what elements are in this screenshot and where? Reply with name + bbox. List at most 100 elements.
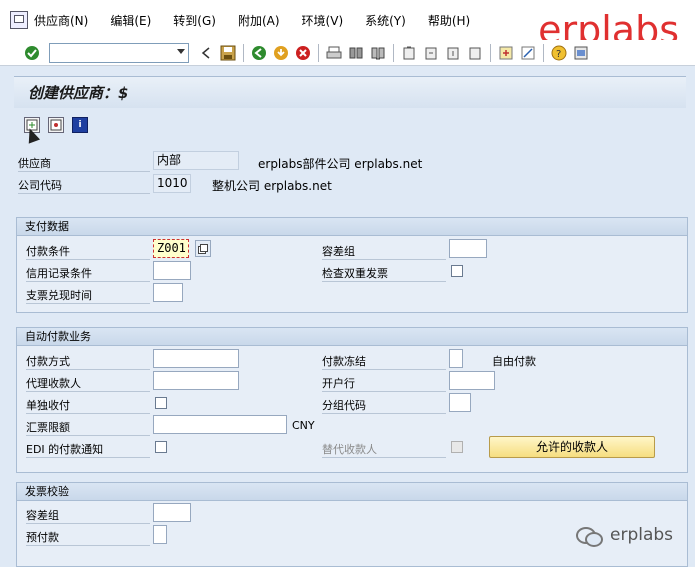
- payment-method-label: 付款方式: [26, 355, 70, 368]
- label-underline: [26, 523, 150, 524]
- label-underline: [26, 413, 150, 414]
- display-change-icon[interactable]: [48, 117, 64, 133]
- shortcut-icon[interactable]: [520, 45, 536, 61]
- wechat-icon: [576, 525, 603, 547]
- print-icon[interactable]: [326, 45, 342, 61]
- permitted-payee-button[interactable]: 允许的收款人: [489, 436, 655, 458]
- bill-of-exchange-limit-field[interactable]: [153, 415, 287, 434]
- label-underline: [322, 281, 446, 282]
- label-underline: [26, 369, 150, 370]
- label-underline: [322, 259, 446, 260]
- edi-payment-advice-checkbox[interactable]: [155, 441, 167, 453]
- label-underline: [26, 457, 150, 458]
- save-icon[interactable]: [220, 45, 236, 61]
- command-field[interactable]: [49, 42, 189, 63]
- find-icon[interactable]: [348, 45, 364, 61]
- currency-label: CNY: [292, 419, 315, 432]
- previous-page-icon[interactable]: [423, 45, 439, 61]
- group-title: 支付数据: [17, 218, 687, 236]
- system-menu-icon[interactable]: [10, 11, 28, 29]
- credit-memo-terms-field[interactable]: [153, 261, 191, 280]
- check-cashing-time-label: 支票兑现时间: [26, 289, 92, 302]
- first-page-icon[interactable]: [401, 45, 417, 61]
- prepayment-label: 预付款: [26, 531, 59, 544]
- standard-toolbar: ?: [0, 40, 695, 66]
- vendor-label: 供应商: [18, 157, 51, 170]
- menu-help[interactable]: 帮助(H): [428, 12, 470, 29]
- label-underline: [322, 457, 446, 458]
- layout-menu-icon[interactable]: [573, 45, 589, 61]
- grouping-key-label: 分组代码: [322, 399, 366, 412]
- toolbar-separator: [393, 43, 394, 62]
- exit-icon[interactable]: [273, 45, 289, 61]
- group-title: 发票校验: [17, 483, 687, 501]
- label-underline: [26, 391, 150, 392]
- tolerance-group-label: 容差组: [322, 245, 355, 258]
- vendor-description: erplabs部件公司 erplabs.net: [258, 157, 423, 171]
- double-invoice-checkbox[interactable]: [451, 265, 463, 277]
- toolbar-separator: [543, 43, 544, 62]
- prepayment-field[interactable]: [153, 525, 167, 544]
- group-title: 自动付款业务: [17, 328, 687, 346]
- label-underline: [18, 193, 150, 194]
- alternative-payee-in-doc-label: 替代收款人: [322, 443, 377, 456]
- toolbar-separator: [243, 43, 244, 62]
- house-bank-label: 开户行: [322, 377, 355, 390]
- menu-bar: 供应商(N) 编辑(E) 转到(G) 附加(A) 环境(V) 系统(Y) 帮助(…: [0, 0, 695, 52]
- alternative-payee-label: 代理收款人: [26, 377, 81, 390]
- next-page-icon[interactable]: [445, 45, 461, 61]
- payment-terms-label: 付款条件: [26, 245, 70, 258]
- payment-method-field[interactable]: [153, 349, 239, 368]
- page-title: 创建供应商：$: [14, 76, 686, 108]
- edi-payment-advice-label: EDI 的付款通知: [26, 443, 104, 456]
- house-bank-field[interactable]: [449, 371, 495, 390]
- svg-text:?: ?: [556, 49, 561, 60]
- menu-edit[interactable]: 编辑(E): [110, 12, 151, 29]
- info-icon[interactable]: i: [72, 117, 88, 133]
- cancel-icon[interactable]: [295, 45, 311, 61]
- value-help-icon[interactable]: [195, 240, 211, 257]
- company-code-label: 公司代码: [18, 179, 62, 192]
- menu-vendor[interactable]: 供应商(N): [34, 12, 88, 29]
- company-code-description: 整机公司 erplabs.net: [212, 179, 332, 193]
- bill-of-exchange-limit-label: 汇票限额: [26, 421, 70, 434]
- toolbar-separator: [490, 43, 491, 62]
- check-cashing-time-field[interactable]: [153, 283, 183, 302]
- enter-icon[interactable]: [24, 45, 40, 61]
- grouping-key-field[interactable]: [449, 393, 471, 412]
- menu-system[interactable]: 系统(Y): [365, 12, 406, 29]
- menu-goto[interactable]: 转到(G): [173, 12, 216, 29]
- toolbar-separator: [318, 43, 319, 62]
- alternative-payee-in-doc-checkbox: [451, 441, 463, 453]
- back-arrow-icon[interactable]: [198, 45, 214, 61]
- individual-payment-checkbox[interactable]: [155, 397, 167, 409]
- label-underline: [26, 545, 150, 546]
- watermark-text: erplabs: [610, 525, 674, 545]
- label-underline: [26, 303, 150, 304]
- tolerance-group-field[interactable]: [449, 239, 487, 258]
- find-next-icon[interactable]: [370, 45, 386, 61]
- vendor-field[interactable]: 内部: [153, 151, 239, 170]
- chevron-down-icon[interactable]: [177, 48, 185, 54]
- label-underline: [322, 413, 446, 414]
- individual-payment-label: 单独收付: [26, 399, 70, 412]
- payment-block-description: 自由付款: [492, 355, 536, 368]
- watermark: erplabs: [576, 525, 674, 547]
- back-icon[interactable]: [251, 45, 267, 61]
- help-icon[interactable]: ?: [551, 45, 567, 61]
- double-invoice-label: 检查双重发票: [322, 267, 388, 280]
- new-session-icon[interactable]: [498, 45, 514, 61]
- credit-memo-terms-label: 信用记录条件: [26, 267, 92, 280]
- invoice-tolerance-group-label: 容差组: [26, 509, 59, 522]
- payment-block-label: 付款冻结: [322, 355, 366, 368]
- last-page-icon[interactable]: [467, 45, 483, 61]
- menu-environment[interactable]: 环境(V): [302, 12, 344, 29]
- alternative-payee-field[interactable]: [153, 371, 239, 390]
- company-code-field[interactable]: 1010: [153, 174, 191, 193]
- label-underline: [322, 369, 446, 370]
- invoice-tolerance-group-field[interactable]: [153, 503, 191, 522]
- menu-extras[interactable]: 附加(A): [238, 12, 280, 29]
- label-underline: [26, 259, 150, 260]
- payment-terms-field[interactable]: Z001: [153, 239, 189, 258]
- payment-block-field[interactable]: [449, 349, 463, 368]
